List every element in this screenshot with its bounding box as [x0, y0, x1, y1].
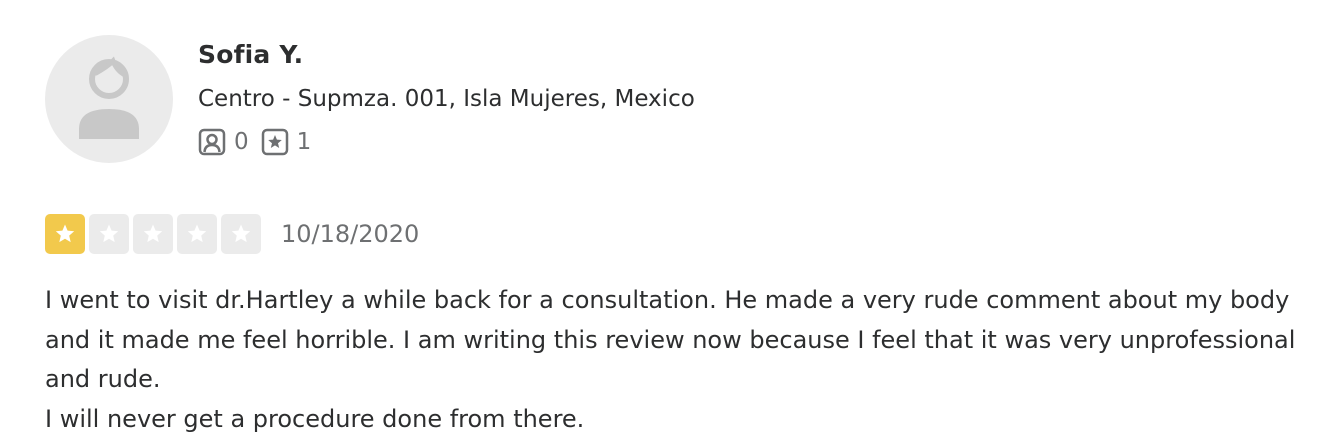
rating-row: 10/18/2020: [45, 214, 419, 254]
review-paragraph: I went to visit dr.Hartley a while back …: [45, 286, 1296, 393]
friends-count: 0: [234, 129, 249, 155]
reviews-stat: 1: [261, 128, 312, 156]
friends-icon: [198, 128, 226, 156]
star-2: [89, 214, 129, 254]
user-name[interactable]: Sofia Y.: [198, 36, 695, 74]
reviews-count: 1: [296, 129, 312, 155]
star-icon: [55, 224, 75, 243]
star-4: [177, 214, 217, 254]
star-1: [45, 214, 85, 254]
star-icon: [99, 224, 119, 243]
review-card: Sofia Y. Centro - Supmza. 001, Isla Muje…: [0, 0, 1333, 442]
user-avatar[interactable]: [45, 35, 173, 163]
star-3: [133, 214, 173, 254]
default-user-avatar-icon: [79, 56, 139, 139]
user-stats: 0 1: [198, 128, 695, 156]
star-icon: [187, 224, 207, 243]
review-paragraph: I will never get a procedure done from t…: [45, 404, 585, 433]
review-text: I went to visit dr.Hartley a while back …: [45, 281, 1325, 439]
friends-stat: 0: [198, 128, 249, 156]
star-icon: [231, 224, 251, 243]
review-date: 10/18/2020: [281, 220, 420, 248]
star-5: [221, 214, 261, 254]
star-icon: [143, 224, 163, 243]
reviews-star-icon: [261, 128, 288, 156]
user-info: Sofia Y. Centro - Supmza. 001, Isla Muje…: [198, 36, 695, 156]
star-rating: [45, 214, 265, 254]
user-location: Centro - Supmza. 001, Isla Mujeres, Mexi…: [198, 86, 695, 112]
